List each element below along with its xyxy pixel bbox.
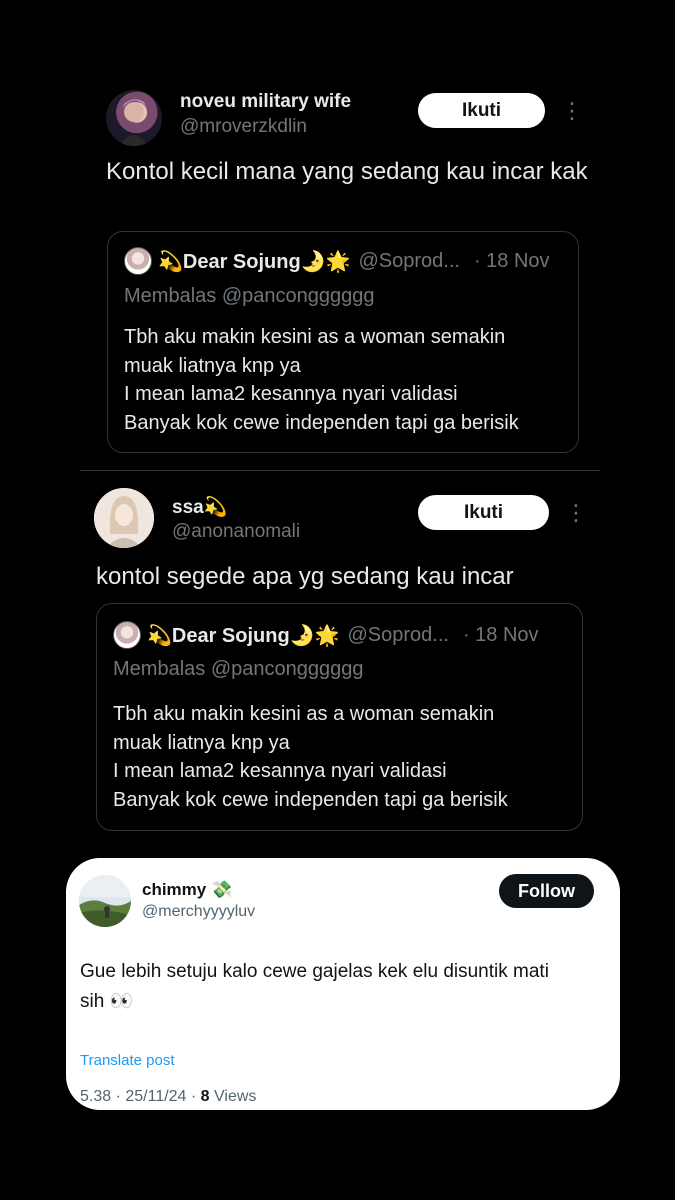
quoted-user-name: 💫Dear Sojung🌛🌟 <box>158 250 351 273</box>
tweet-text: kontol segede apa yg sedang kau incar <box>96 563 514 590</box>
replying-to: Membalas @pancongggggg <box>124 285 375 307</box>
avatar[interactable] <box>94 488 154 548</box>
avatar-image <box>120 99 148 146</box>
quoted-date: · 18 Nov <box>462 623 539 646</box>
quoted-text-line: I mean lama2 kesannya nyari validasi <box>113 760 447 782</box>
avatar-image <box>94 488 154 548</box>
user-name[interactable]: noveu military wife <box>180 91 351 113</box>
post-timestamp: 5.38 · 25/11/24 · <box>80 1088 201 1105</box>
quoted-user-name: 💫Dear Sojung🌛🌟 <box>147 624 340 647</box>
quoted-avatar <box>113 621 141 649</box>
quoted-text-line: muak liatnya knp ya <box>113 731 290 754</box>
views-count[interactable]: 8 <box>201 1088 210 1105</box>
replying-to: Membalas @pancongggggg <box>113 658 364 680</box>
quoted-text: Tbh aku makin kesini as a woman semakin … <box>124 323 519 437</box>
quoted-tweet[interactable]: 💫Dear Sojung🌛🌟 @Soprod... · 18 Nov Memba… <box>107 231 579 453</box>
post-text-line: sih 👀 <box>80 991 134 1012</box>
user-handle[interactable]: @mroverzkdlin <box>180 116 307 138</box>
tweet-1[interactable]: noveu military wife @mroverzkdlin Ikuti … <box>0 80 675 465</box>
quoted-text-line: Banyak kok cewe independen tapi ga beris… <box>113 788 508 811</box>
quoted-avatar <box>124 247 152 275</box>
post-text: Gue lebih setuju kalo cewe gajelas kek e… <box>80 957 610 1017</box>
follow-button[interactable]: Ikuti <box>418 495 549 530</box>
post-metadata: 5.38 · 25/11/24 · 8 Views <box>80 1088 256 1106</box>
more-options-icon[interactable]: ⋮ <box>565 502 587 524</box>
quoted-text-line: Tbh aku makin kesini as a woman semakin <box>113 703 495 725</box>
avatar-image <box>79 875 131 927</box>
avatar[interactable] <box>79 875 131 927</box>
user-handle[interactable]: @anonanomali <box>172 521 300 543</box>
tweet-2[interactable]: ssa💫 @anonanomali Ikuti ⋮ kontol segede … <box>0 480 675 840</box>
avatar[interactable] <box>106 90 162 146</box>
quoted-text-line: muak liatnya knp ya <box>124 354 301 377</box>
quoted-date: · 18 Nov <box>473 249 550 272</box>
follow-button[interactable]: Follow <box>499 874 594 908</box>
post-text-line: Gue lebih setuju kalo cewe gajelas kek e… <box>80 961 549 982</box>
screenshot-card: chimmy 💸 @merchyyyyluv Follow Gue lebih … <box>66 858 620 1110</box>
user-handle[interactable]: @merchyyyyluv <box>142 903 255 921</box>
quoted-text-line: Tbh aku makin kesini as a woman semakin <box>124 326 506 348</box>
user-name[interactable]: chimmy 💸 <box>142 880 232 900</box>
follow-button[interactable]: Ikuti <box>418 93 545 128</box>
quoted-text-line: I mean lama2 kesannya nyari validasi <box>124 383 458 405</box>
translate-post-link[interactable]: Translate post <box>80 1052 175 1069</box>
quoted-user-handle: @Soprod... <box>347 623 449 646</box>
quoted-tweet-header: 💫Dear Sojung🌛🌟 @Soprod... · 18 Nov <box>124 247 550 275</box>
user-name[interactable]: ssa💫 <box>172 495 227 519</box>
quoted-text: Tbh aku makin kesini as a woman semakin … <box>113 700 508 814</box>
quoted-user-handle: @Soprod... <box>358 249 460 272</box>
quoted-tweet[interactable]: 💫Dear Sojung🌛🌟 @Soprod... · 18 Nov Memba… <box>96 603 583 831</box>
quoted-tweet-header: 💫Dear Sojung🌛🌟 @Soprod... · 18 Nov <box>113 621 539 649</box>
divider <box>80 470 600 471</box>
views-label: Views <box>209 1088 257 1105</box>
tweet-text: Kontol kecil mana yang sedang kau incar … <box>106 158 588 185</box>
quoted-text-line: Banyak kok cewe independen tapi ga beris… <box>124 411 519 434</box>
more-options-icon[interactable]: ⋮ <box>561 100 583 122</box>
